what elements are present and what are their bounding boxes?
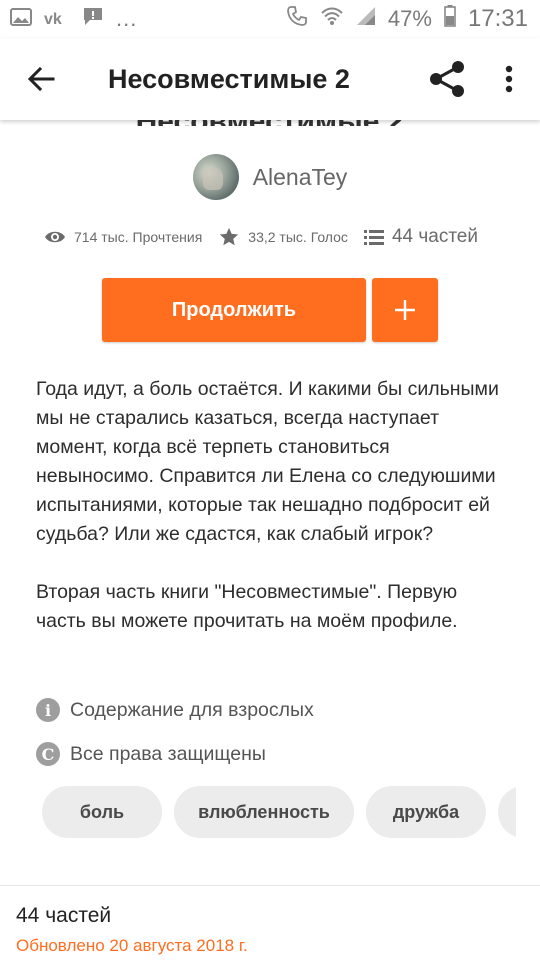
tag-chip[interactable]: дружба bbox=[366, 786, 486, 838]
stat-parts: 44 частей bbox=[363, 226, 478, 248]
status-bar: vk ... 47% 17:31 bbox=[0, 0, 540, 38]
star-icon bbox=[220, 227, 239, 246]
table-of-contents-parts[interactable]: 44 частей bbox=[16, 904, 111, 928]
reads-count: 714 тыс. Прочтения bbox=[74, 229, 203, 245]
mature-content-row: i Содержание для взрослых bbox=[36, 698, 314, 722]
list-icon bbox=[363, 230, 384, 245]
tag-chip[interactable]: влюбленность bbox=[174, 786, 354, 838]
votes-count: 33,2 тыс. Голос bbox=[248, 229, 348, 245]
call-icon bbox=[286, 5, 308, 33]
share-icon bbox=[430, 61, 464, 97]
mature-content-label: Содержание для взрослых bbox=[70, 698, 314, 721]
author-row[interactable]: AlenaTey bbox=[0, 154, 540, 200]
clock: 17:31 bbox=[467, 5, 528, 32]
arrow-left-icon bbox=[27, 66, 55, 92]
stat-reads: 714 тыс. Прочтения bbox=[44, 229, 202, 245]
parts-count-stat: 44 частей bbox=[391, 226, 478, 247]
add-to-library-button[interactable] bbox=[372, 278, 438, 342]
more-notifications: ... bbox=[116, 6, 138, 31]
status-left: vk ... bbox=[10, 6, 137, 32]
tag-list: боль влюбленность дружба bbox=[42, 786, 516, 840]
back-button[interactable] bbox=[0, 38, 82, 120]
copyright-label: Все права защищены bbox=[70, 742, 266, 765]
battery-icon bbox=[444, 5, 456, 33]
gallery-icon bbox=[10, 6, 32, 32]
svg-text:vk: vk bbox=[44, 11, 62, 26]
stat-votes: 33,2 тыс. Голос bbox=[218, 226, 348, 248]
overflow-menu-button[interactable] bbox=[478, 38, 540, 120]
info-icon: i bbox=[36, 698, 60, 722]
app-title: Несовместимые 2 bbox=[108, 63, 350, 94]
share-button[interactable] bbox=[416, 38, 478, 120]
tag-chip-partial[interactable] bbox=[498, 786, 516, 838]
vk-icon: vk bbox=[44, 6, 70, 32]
chat-icon bbox=[82, 6, 104, 32]
signal-icon bbox=[356, 6, 376, 32]
author-name[interactable]: AlenaTey bbox=[253, 164, 348, 191]
description-paragraph-1: Года идут, а боль остаётся. И какими бы … bbox=[36, 378, 499, 545]
tag-chip[interactable]: боль bbox=[42, 786, 162, 838]
story-stats: 714 тыс. Прочтения 33,2 тыс. Голос 44 ча… bbox=[44, 226, 514, 248]
more-vert-icon bbox=[505, 65, 513, 93]
battery-percent: 47% bbox=[387, 6, 432, 31]
avatar[interactable] bbox=[192, 154, 239, 200]
continue-reading-button[interactable]: Продолжить bbox=[102, 278, 366, 342]
status-right: 47% 17:31 bbox=[286, 5, 528, 33]
divider bbox=[0, 885, 540, 886]
last-updated: Обновлено 20 августа 2018 г. bbox=[16, 936, 248, 955]
plus-icon bbox=[395, 300, 415, 320]
story-description: Года идут, а боль остаётся. И какими бы … bbox=[36, 375, 506, 665]
copyright-icon: C bbox=[36, 742, 60, 766]
copyright-row: C Все права защищены bbox=[36, 742, 266, 766]
wifi-icon bbox=[320, 6, 344, 32]
app-bar: Несовместимые 2 bbox=[0, 38, 540, 120]
eye-icon bbox=[45, 231, 65, 243]
description-paragraph-2: Вторая часть книги "Несовместимые". Перв… bbox=[36, 581, 458, 632]
